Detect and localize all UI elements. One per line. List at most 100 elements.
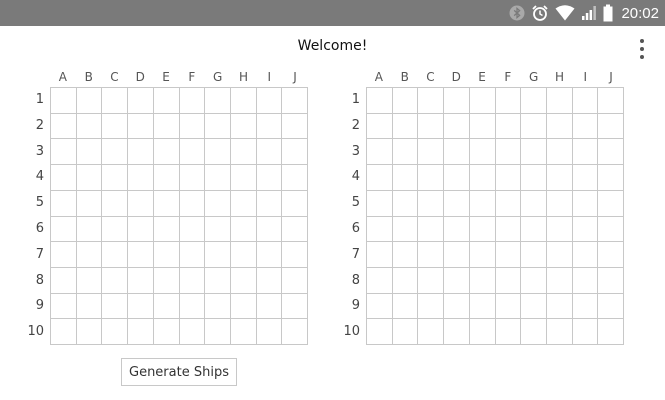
grid-cell[interactable] (572, 216, 599, 243)
overflow-menu-icon[interactable] (634, 37, 650, 61)
grid-cell[interactable] (256, 139, 283, 166)
grid-cell[interactable] (469, 190, 496, 217)
grid-cell[interactable] (282, 242, 308, 268)
grid-cell[interactable] (179, 88, 206, 114)
grid-cell[interactable] (153, 190, 180, 217)
grid-cell[interactable] (572, 139, 599, 166)
grid-cell[interactable] (102, 190, 129, 217)
grid-cell[interactable] (546, 216, 573, 243)
grid-cell[interactable] (76, 88, 103, 114)
grid-cell[interactable] (282, 319, 308, 345)
grid-cell[interactable] (282, 267, 308, 294)
grid-cell[interactable] (546, 139, 573, 166)
grid-cell[interactable] (51, 242, 77, 268)
grid-cell[interactable] (572, 319, 599, 345)
grid-cell[interactable] (495, 319, 522, 345)
grid-cell[interactable] (205, 293, 231, 320)
grid-cell[interactable] (179, 267, 206, 294)
generate-ships-button[interactable]: Generate Ships (121, 358, 237, 386)
grid-cell[interactable] (598, 216, 624, 243)
grid-cell[interactable] (418, 242, 445, 268)
grid-cell[interactable] (469, 267, 496, 294)
grid-cell[interactable] (230, 242, 257, 268)
grid-cell[interactable] (521, 319, 547, 345)
grid-cell[interactable] (546, 293, 573, 320)
grid-cell[interactable] (179, 293, 206, 320)
grid-cell[interactable] (469, 139, 496, 166)
grid-cell[interactable] (444, 216, 470, 243)
grid-cell[interactable] (102, 267, 129, 294)
grid-cell[interactable] (256, 293, 283, 320)
grid-cell[interactable] (418, 139, 445, 166)
grid-cell[interactable] (153, 88, 180, 114)
grid-cell[interactable] (392, 139, 419, 166)
grid-cell[interactable] (546, 190, 573, 217)
grid-cell[interactable] (51, 113, 77, 140)
grid-cell[interactable] (205, 165, 231, 191)
grid-cell[interactable] (495, 216, 522, 243)
grid-cell[interactable] (418, 190, 445, 217)
grid-cell[interactable] (572, 113, 599, 140)
grid-cell[interactable] (392, 113, 419, 140)
grid-cell[interactable] (153, 319, 180, 345)
grid-cell[interactable] (418, 165, 445, 191)
grid-cell[interactable] (392, 190, 419, 217)
grid-cell[interactable] (367, 113, 393, 140)
grid-cell[interactable] (205, 267, 231, 294)
grid-cell[interactable] (392, 88, 419, 114)
grid-cell[interactable] (230, 165, 257, 191)
grid-cell[interactable] (444, 165, 470, 191)
grid-cell[interactable] (495, 190, 522, 217)
grid-cell[interactable] (495, 293, 522, 320)
grid-cell[interactable] (179, 216, 206, 243)
grid-cell[interactable] (546, 165, 573, 191)
grid-cell[interactable] (392, 165, 419, 191)
grid-cell[interactable] (128, 165, 154, 191)
grid-cell[interactable] (205, 88, 231, 114)
grid-cell[interactable] (256, 267, 283, 294)
grid-cell[interactable] (598, 319, 624, 345)
grid-cell[interactable] (153, 293, 180, 320)
grid-cell[interactable] (76, 242, 103, 268)
grid-cell[interactable] (418, 216, 445, 243)
grid-cell[interactable] (598, 165, 624, 191)
grid-cell[interactable] (128, 267, 154, 294)
grid-cell[interactable] (230, 113, 257, 140)
grid-cell[interactable] (76, 190, 103, 217)
grid-cell[interactable] (256, 113, 283, 140)
grid-cell[interactable] (572, 267, 599, 294)
grid-cell[interactable] (521, 88, 547, 114)
grid-cell[interactable] (444, 242, 470, 268)
grid-cell[interactable] (495, 267, 522, 294)
grid-cell[interactable] (102, 216, 129, 243)
grid-cell[interactable] (546, 242, 573, 268)
grid-cell[interactable] (282, 293, 308, 320)
grid-cell[interactable] (572, 165, 599, 191)
grid-cell[interactable] (282, 165, 308, 191)
grid-cell[interactable] (51, 139, 77, 166)
grid-cell[interactable] (153, 139, 180, 166)
grid-cell[interactable] (598, 267, 624, 294)
grid-cell[interactable] (153, 113, 180, 140)
grid-cell[interactable] (230, 139, 257, 166)
grid-cell[interactable] (572, 242, 599, 268)
grid-cell[interactable] (469, 113, 496, 140)
grid-cell[interactable] (598, 293, 624, 320)
grid-cell[interactable] (179, 139, 206, 166)
grid-cell[interactable] (256, 190, 283, 217)
grid-cell[interactable] (76, 216, 103, 243)
grid-cell[interactable] (418, 319, 445, 345)
grid-cell[interactable] (256, 88, 283, 114)
grid-cell[interactable] (128, 88, 154, 114)
grid-cell[interactable] (367, 216, 393, 243)
grid-cell[interactable] (572, 190, 599, 217)
grid-cell[interactable] (51, 293, 77, 320)
grid-cell[interactable] (392, 216, 419, 243)
grid-cell[interactable] (102, 319, 129, 345)
grid-cell[interactable] (256, 165, 283, 191)
grid-cell[interactable] (76, 293, 103, 320)
grid-cell[interactable] (444, 88, 470, 114)
grid-cell[interactable] (128, 293, 154, 320)
grid-cell[interactable] (128, 319, 154, 345)
grid-cell[interactable] (51, 216, 77, 243)
